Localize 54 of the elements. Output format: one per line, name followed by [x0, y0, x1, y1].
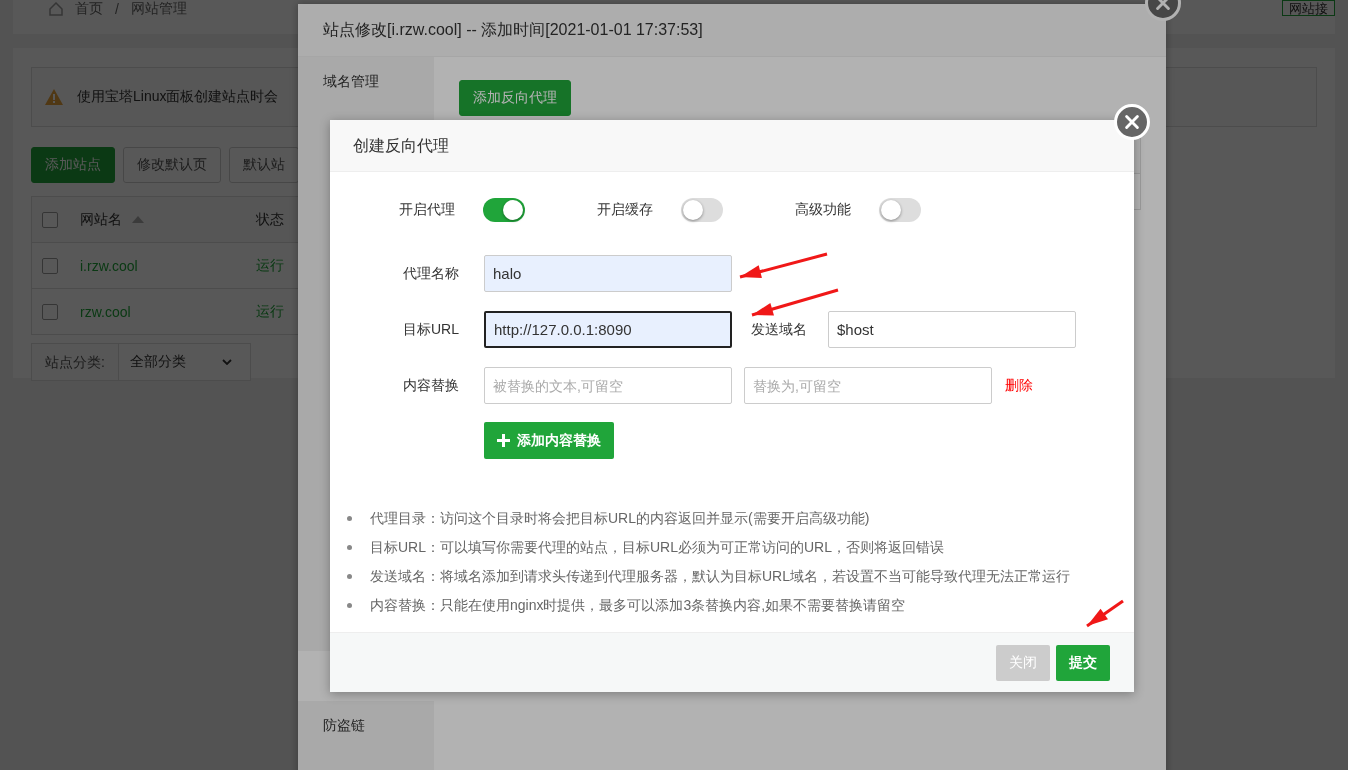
- input-field[interactable]: 被替换的文本,可留空: [484, 367, 732, 404]
- input-field[interactable]: 替换为,可留空: [744, 367, 992, 404]
- bullet-icon: [347, 603, 352, 608]
- switch-label: 开启代理: [399, 201, 455, 219]
- sidebar-item[interactable]: 域名管理: [298, 57, 434, 107]
- help-note: 发送域名：将域名添加到请求头传递到代理服务器，默认为目标URL域名，若设置不当可能导致代理无法正常运行: [370, 567, 1070, 586]
- column-header: 状态: [256, 210, 284, 229]
- status-cell: 运行: [256, 302, 284, 321]
- sort-icon[interactable]: [132, 216, 144, 223]
- close-icon[interactable]: [1123, 113, 1141, 131]
- breadcrumb-separator: /: [115, 1, 119, 17]
- notice-text: 使用宝塔Linux面板创建站点时会: [77, 88, 279, 106]
- toggle-switch[interactable]: [681, 198, 723, 222]
- annotation-arrow: [1086, 599, 1124, 628]
- site-link[interactable]: rzw.cool: [80, 303, 131, 320]
- chevron-icon: [221, 359, 232, 365]
- toggle-switch[interactable]: [483, 198, 525, 222]
- add-proxy-button[interactable]: 添加反向代理: [459, 80, 571, 116]
- bullet-icon: [347, 545, 352, 550]
- bullet-icon: [347, 516, 352, 521]
- checkbox[interactable]: [42, 303, 58, 320]
- column-header[interactable]: 网站名: [80, 210, 122, 229]
- checkbox[interactable]: [42, 211, 58, 228]
- input-field[interactable]: http://127.0.0.1:8090: [484, 311, 732, 348]
- dialog-button[interactable]: 提交: [1056, 644, 1110, 681]
- dialog-title: 站点修改[i.rzw.cool] -- 添加时间[2021-01-01 17:37:53]: [298, 4, 1166, 57]
- dialog-title: 创建反向代理: [330, 120, 1134, 172]
- site-link[interactable]: i.rzw.cool: [80, 257, 138, 274]
- help-note: 代理目录：访问这个目录时将会把目标URL的内容返回并显示(需要开启高级功能): [370, 509, 870, 528]
- bullet-icon: [347, 574, 352, 579]
- warning-icon: [45, 89, 63, 105]
- toolbar-button[interactable]: 添加站点: [31, 147, 115, 183]
- input-field[interactable]: halo: [484, 255, 732, 292]
- add-replace-button[interactable]: 添加内容替换: [484, 422, 614, 459]
- top-right-button[interactable]: 网站接: [1282, 0, 1335, 16]
- switch-label: 高级功能: [795, 201, 851, 219]
- delete-link[interactable]: 删除: [1005, 376, 1033, 395]
- help-note: 内容替换：只能在使用nginx时提供，最多可以添加3条替换内容,如果不需要替换请留空: [370, 596, 906, 615]
- switch-label: 开启缓存: [597, 201, 653, 219]
- status-cell: 运行: [256, 256, 284, 275]
- field-label: 代理名称: [402, 264, 460, 283]
- plus-icon: [497, 434, 510, 447]
- field-label: 发送域名: [750, 320, 808, 339]
- help-note: 目标URL：可以填写你需要代理的站点，目标URL必须为可正常访问的URL，否则将返回错误: [370, 538, 945, 557]
- field-label: 目标URL: [402, 320, 460, 339]
- input-field[interactable]: $host: [828, 311, 1076, 348]
- category-select[interactable]: 全部分类: [117, 344, 250, 380]
- checkbox[interactable]: [42, 257, 58, 274]
- field-label: 内容替换: [402, 376, 460, 395]
- toggle-switch[interactable]: [879, 198, 921, 222]
- toolbar-button[interactable]: 修改默认页: [123, 147, 221, 183]
- toolbar-button[interactable]: 默认站: [229, 147, 299, 183]
- sidebar-item[interactable]: 防盗链: [298, 700, 434, 750]
- home-icon: [49, 2, 63, 16]
